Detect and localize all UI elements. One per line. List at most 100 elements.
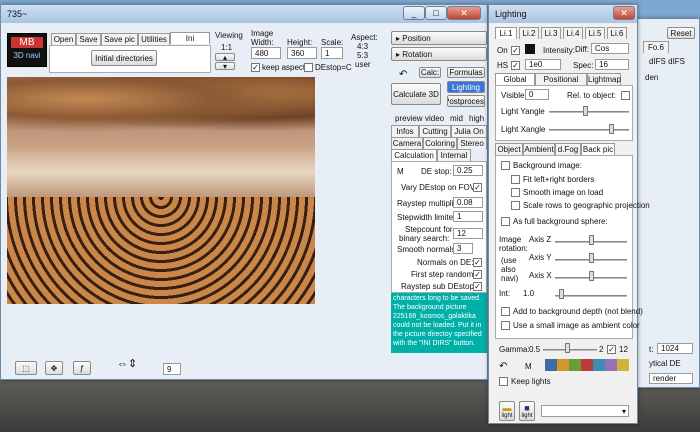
gamma-checkbox[interactable]: ✓ xyxy=(607,345,616,354)
tab-cutting[interactable]: Cutting xyxy=(419,125,451,137)
tab-light-4[interactable]: Li.4 xyxy=(563,27,583,39)
tab-object[interactable]: Object xyxy=(495,143,523,155)
mid-option[interactable]: mid xyxy=(450,114,463,123)
light-color-swatch[interactable] xyxy=(525,44,535,54)
calc-button[interactable]: Calc: xyxy=(419,67,441,78)
undo-lighting-icon[interactable]: ↶ xyxy=(499,361,507,372)
maximize-button[interactable]: □ xyxy=(425,6,447,20)
aspect-4-3[interactable]: 4:3 xyxy=(357,42,368,51)
tab-open[interactable]: Open xyxy=(51,33,76,45)
axis-z-thumb[interactable] xyxy=(589,235,594,245)
keep-aspect-checkbox[interactable]: ✓ xyxy=(251,63,260,72)
keep-lights-checkbox[interactable] xyxy=(499,377,508,386)
axis-x-thumb[interactable] xyxy=(589,271,594,281)
tab-stereo[interactable]: Stereo xyxy=(457,137,487,149)
light-on-checkbox[interactable]: ✓ xyxy=(511,46,520,55)
tab-ambient[interactable]: Ambient xyxy=(523,143,555,155)
destop-c-checkbox[interactable] xyxy=(304,63,313,72)
scale-input[interactable]: 1 xyxy=(321,47,343,59)
rotation-button[interactable]: ▸ Rotation xyxy=(391,47,487,61)
width-input[interactable]: 480 xyxy=(251,47,281,59)
postprocess-button[interactable]: Postprocess xyxy=(447,95,485,107)
tab-julia-on[interactable]: Julia On xyxy=(451,125,487,137)
tab-lightmap[interactable]: Lightmap xyxy=(587,73,621,85)
light-yangle-track[interactable] xyxy=(549,111,629,113)
formulas-button[interactable]: Formulas xyxy=(447,67,485,78)
viewing-up-button[interactable]: ▴ xyxy=(215,53,235,61)
light-yangle-thumb[interactable] xyxy=(583,106,588,116)
normals-on-de-checkbox[interactable]: ✓ xyxy=(473,258,482,267)
spec-select[interactable]: 16 xyxy=(595,59,629,70)
tab-light-5[interactable]: Li.5 xyxy=(585,27,605,39)
int-track[interactable] xyxy=(555,295,627,297)
tab-back-pic[interactable]: Back pic xyxy=(581,143,615,155)
render-select[interactable]: render xyxy=(649,373,693,384)
light-preset-select[interactable]: ▾ xyxy=(541,405,629,417)
aspect-user[interactable]: user xyxy=(355,60,371,69)
fit-borders-checkbox[interactable] xyxy=(511,175,520,184)
height-input[interactable]: 360 xyxy=(287,47,317,59)
raystep-input[interactable]: 0.08 xyxy=(453,197,483,208)
tab-camera[interactable]: Camera xyxy=(391,137,423,149)
position-button[interactable]: ▸ Position xyxy=(391,31,487,45)
tab-light-2[interactable]: Li.2 xyxy=(519,27,539,39)
hs-input[interactable]: 1e0 xyxy=(525,59,561,70)
add-depth-checkbox[interactable] xyxy=(501,307,510,316)
calculate-3d-button[interactable]: Calculate 3D xyxy=(391,83,441,105)
preview-option[interactable]: preview xyxy=(395,114,423,123)
navigate-arrows-icon[interactable]: ⇔⇕ xyxy=(117,357,137,370)
diff-select[interactable]: Cos xyxy=(591,43,629,54)
scale-rows-checkbox[interactable] xyxy=(511,201,520,210)
tab-calculation[interactable]: Calculation xyxy=(391,149,437,161)
render-view[interactable] xyxy=(7,77,315,304)
save-light-button[interactable]: ■ light xyxy=(519,401,535,421)
formula-button[interactable]: ƒ xyxy=(73,361,91,375)
axis-y-thumb[interactable] xyxy=(589,253,594,263)
undo-icon[interactable]: ↶ xyxy=(399,69,407,80)
minimize-button[interactable]: _ xyxy=(403,6,425,20)
background-image-checkbox[interactable] xyxy=(501,161,510,170)
tab-internal[interactable]: Internal xyxy=(437,149,471,161)
stepwidth-input[interactable]: 1 xyxy=(453,211,483,222)
high-option[interactable]: high xyxy=(469,114,484,123)
t-input[interactable]: 1024 xyxy=(657,343,693,354)
smooth-image-checkbox[interactable] xyxy=(511,188,520,197)
raystep-sub-checkbox[interactable]: ✓ xyxy=(473,282,482,291)
initial-directories-button[interactable]: Initial directories xyxy=(91,50,157,66)
tab-save[interactable]: Save xyxy=(76,33,101,45)
rect-select-button[interactable]: ⬚ xyxy=(15,361,37,375)
reset-button[interactable]: Reset xyxy=(667,27,695,39)
tab-ini[interactable]: Ini xyxy=(170,32,210,44)
aspect-5-3[interactable]: 5:3 xyxy=(357,51,368,60)
visible-select[interactable]: 0 xyxy=(525,89,549,100)
tab-infos[interactable]: Infos xyxy=(391,125,419,137)
stepcount-input[interactable]: 12 xyxy=(453,228,483,239)
tab-fo6[interactable]: Fo.6 xyxy=(643,41,669,53)
light-xangle-track[interactable] xyxy=(549,129,629,131)
open-light-button[interactable]: ▬ light xyxy=(499,401,515,421)
tab-global-light[interactable]: Global light xyxy=(495,73,535,95)
lighting-button[interactable]: Lighting xyxy=(447,81,485,93)
close-button[interactable]: ✕ xyxy=(447,6,481,20)
de-stop-input[interactable]: 0.25 xyxy=(453,165,483,176)
tab-dfog[interactable]: d.Fog xyxy=(555,143,581,155)
light-xangle-thumb[interactable] xyxy=(609,124,614,134)
zoom-input[interactable]: 9 xyxy=(163,363,181,375)
tab-light-1[interactable]: Li.1 xyxy=(495,27,517,39)
tab-coloring[interactable]: Coloring xyxy=(423,137,457,149)
gamma-thumb[interactable] xyxy=(565,343,570,353)
int-thumb[interactable] xyxy=(559,289,564,299)
vary-destop-checkbox[interactable]: ✓ xyxy=(473,183,482,192)
rel-to-object-checkbox[interactable] xyxy=(621,91,630,100)
tab-utilities[interactable]: Utilities xyxy=(138,33,170,45)
full-sphere-checkbox[interactable] xyxy=(501,217,510,226)
tab-light-6[interactable]: Li.6 xyxy=(607,27,627,39)
gamma-track[interactable] xyxy=(543,349,597,351)
tab-save-pic[interactable]: Save pic xyxy=(101,33,138,45)
tab-positional-light[interactable]: Positional light xyxy=(535,73,587,95)
first-step-checkbox[interactable]: ✓ xyxy=(473,270,482,279)
smooth-normals-input[interactable]: 3 xyxy=(453,243,473,254)
lighting-close-button[interactable]: ✕ xyxy=(613,6,635,20)
hs-checkbox[interactable]: ✓ xyxy=(511,61,520,70)
tab-light-3[interactable]: Li.3 xyxy=(541,27,561,39)
